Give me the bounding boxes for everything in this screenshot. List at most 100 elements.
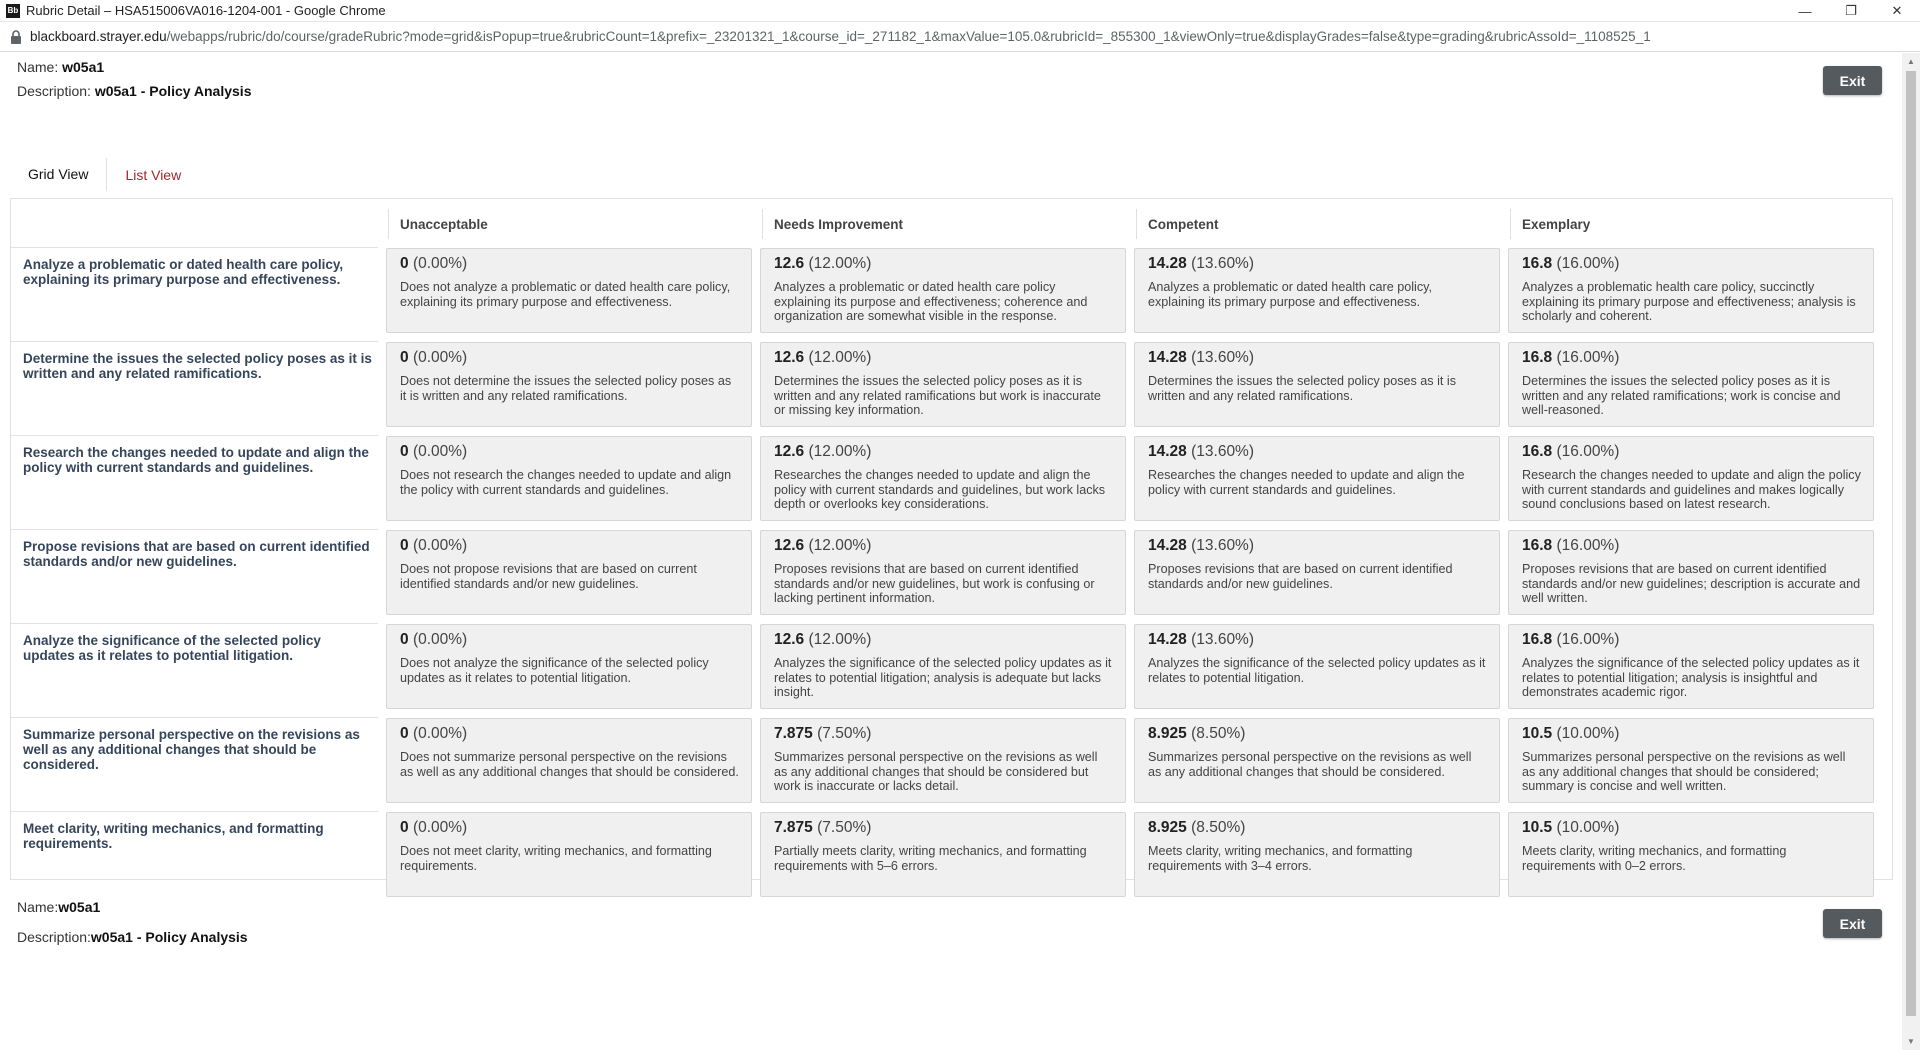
percent-value: (12.00%) [808,349,872,366]
points-value: 16.8 [1522,255,1553,272]
cell-description: Analyzes the significance of the selecte… [774,656,1112,700]
points-value: 10.5 [1522,819,1553,836]
cell-score: 16.8 (16.00%) [1522,443,1861,461]
cell-score: 14.28 (13.60%) [1148,255,1487,273]
tab-list-view[interactable]: List View [107,158,199,192]
percent-value: (16.00%) [1556,443,1620,460]
page-scrollbar[interactable]: ▲ ▼ [1902,53,1920,1050]
points-value: 12.6 [774,537,805,554]
window-titlebar: Bb Rubric Detail – HSA515006VA016-1204-0… [0,0,1920,22]
tab-grid-view[interactable]: Grid View [10,158,108,192]
percent-value: (12.00%) [808,443,872,460]
exit-button-bottom[interactable]: Exit [1823,909,1882,938]
cell-score: 10.5 (10.00%) [1522,819,1861,837]
points-value: 14.28 [1148,349,1187,366]
cell-description: Proposes revisions that are based on cur… [1522,562,1861,606]
scroll-thumb[interactable] [1906,71,1916,1016]
rubric-cell-unacceptable: 0 (0.00%) Does not analyze the significan… [386,624,752,709]
points-value: 12.6 [774,443,805,460]
row-divider [11,435,378,436]
blackboard-app-icon: Bb [6,3,20,18]
rubric-cell-unacceptable: 0 (0.00%) Does not analyze a problematic … [386,248,752,333]
level-header-needs-improvement: Needs Improvement [774,217,904,232]
cell-score: 0 (0.00%) [400,443,739,461]
cell-description: Determines the issues the selected polic… [1148,374,1456,403]
minimize-icon[interactable]: — [1782,0,1828,22]
cell-score: 12.6 (12.00%) [774,443,1113,461]
restore-icon[interactable]: ❐ [1828,0,1874,22]
cell-description: Does not research the changes needed to … [400,468,732,497]
percent-value: (12.00%) [808,537,872,554]
percent-value: (12.00%) [808,631,872,648]
url-path[interactable]: /webapps/rubric/do/course/gradeRubric?mo… [167,29,1651,44]
description-label: Description: [17,929,91,945]
points-value: 14.28 [1148,537,1187,554]
percent-value: (16.00%) [1556,631,1620,648]
level-header-unacceptable: Unacceptable [400,217,488,232]
rubric-cell-needs-improvement: 7.875 (7.50%) Summarizes personal perspec… [760,718,1126,803]
rubric-cell-needs-improvement: 12.6 (12.00%) Analyzes a problematic or d… [760,248,1126,333]
rubric-cell-competent: 14.28 (13.60%) Determines the issues the … [1134,342,1500,427]
percent-value: (12.00%) [808,255,872,272]
percent-value: (0.00%) [412,255,468,272]
points-value: 10.5 [1522,725,1553,742]
points-value: 0 [400,819,409,836]
percent-value: (0.00%) [412,819,468,836]
rubric-cell-competent: 14.28 (13.60%) Analyzes a problematic or … [1134,248,1500,333]
cell-score: 8.925 (8.50%) [1148,725,1487,743]
percent-value: (0.00%) [412,443,468,460]
cell-score: 14.28 (13.60%) [1148,349,1487,367]
percent-value: (8.50%) [1191,725,1246,742]
points-value: 14.28 [1148,631,1187,648]
points-value: 0 [400,349,409,366]
rubric-cell-exemplary: 16.8 (16.00%) Analyzes the significance o… [1508,624,1874,709]
cell-description: Meets clarity, writing mechanics, and fo… [1148,844,1413,873]
close-icon[interactable]: ✕ [1874,0,1920,22]
cell-description: Determines the issues the selected polic… [774,374,1101,418]
percent-value: (8.50%) [1191,819,1246,836]
cell-score: 16.8 (16.00%) [1522,537,1861,555]
rubric-cell-unacceptable: 0 (0.00%) Does not propose revisions that… [386,530,752,615]
percent-value: (10.00%) [1556,725,1620,742]
points-value: 0 [400,443,409,460]
window-title: Rubric Detail – HSA515006VA016-1204-001 … [26,3,386,18]
percent-value: (16.00%) [1556,349,1620,366]
criterion-name: Research the changes needed to update an… [23,445,369,475]
cell-score: 14.28 (13.60%) [1148,631,1487,649]
cell-score: 7.875 (7.50%) [774,725,1113,743]
cell-score: 16.8 (16.00%) [1522,255,1861,273]
criterion-name: Determine the issues the selected policy… [23,351,372,381]
criterion-name: Analyze a problematic or dated health ca… [23,257,344,287]
cell-description: Proposes revisions that are based on cur… [774,562,1095,606]
percent-value: (0.00%) [412,537,468,554]
cell-score: 7.875 (7.50%) [774,819,1113,837]
points-value: 16.8 [1522,443,1553,460]
points-value: 0 [400,725,409,742]
header-divider [388,209,389,239]
rubric-cell-needs-improvement: 12.6 (12.00%) Analyzes the significance o… [760,624,1126,709]
header-divider [1510,209,1511,239]
rubric-name-bottom: Name:w05a1 [17,899,100,915]
rubric-cell-needs-improvement: 7.875 (7.50%) Partially meets clarity, wr… [760,812,1126,897]
cell-description: Analyzes a problematic health care polic… [1522,280,1856,324]
rubric-cell-competent: 14.28 (13.60%) Researches the changes nee… [1134,436,1500,521]
percent-value: (0.00%) [412,631,468,648]
exit-button-top[interactable]: Exit [1823,66,1882,95]
cell-score: 12.6 (12.00%) [774,631,1113,649]
cell-description: Proposes revisions that are based on cur… [1148,562,1453,591]
percent-value: (13.60%) [1191,631,1255,648]
rubric-cell-unacceptable: 0 (0.00%) Does not determine the issues t… [386,342,752,427]
name-value: w05a1 [62,59,105,75]
rubric-cell-exemplary: 16.8 (16.00%) Research the changes needed… [1508,436,1874,521]
scroll-up-icon[interactable]: ▲ [1902,53,1920,70]
percent-value: (0.00%) [412,349,468,366]
name-label: Name: [17,899,59,915]
points-value: 8.925 [1148,725,1187,742]
scroll-down-icon[interactable]: ▼ [1902,1033,1920,1050]
name-label: Name: [17,59,59,75]
rubric-cell-needs-improvement: 12.6 (12.00%) Proposes revisions that are… [760,530,1126,615]
cell-score: 0 (0.00%) [400,725,739,743]
url-host[interactable]: blackboard.strayer.edu [30,29,167,44]
description-value: w05a1 - Policy Analysis [94,83,252,99]
address-bar[interactable]: blackboard.strayer.edu/webapps/rubric/do… [0,22,1920,52]
